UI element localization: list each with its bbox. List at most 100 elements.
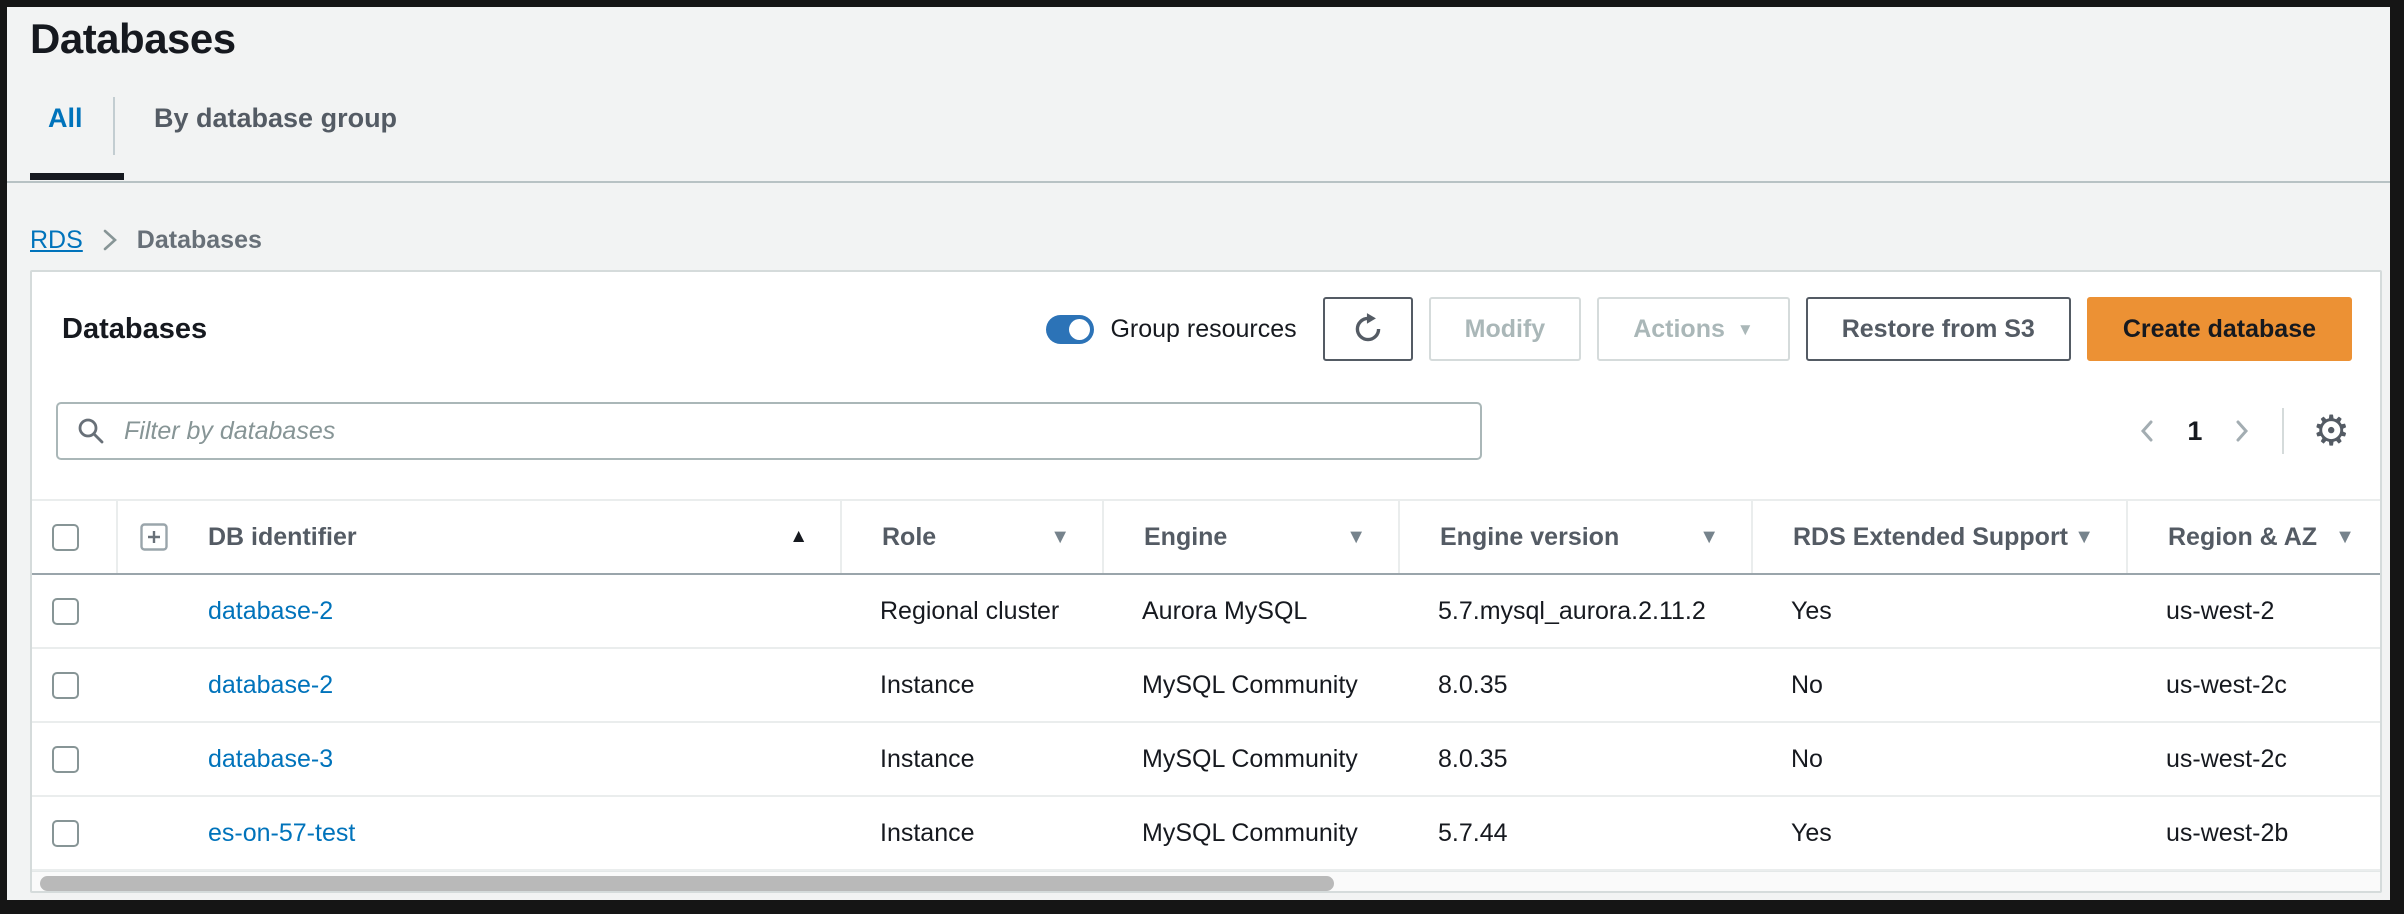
sort-ascending-icon: ▲ [789, 526, 808, 548]
scrollbar-thumb[interactable] [40, 876, 1334, 891]
region-az-cell: us-west-2 [2126, 575, 2380, 647]
search-box [56, 402, 1482, 460]
refresh-button[interactable] [1323, 297, 1413, 361]
chevron-left-icon [2135, 415, 2159, 447]
actions-button[interactable]: Actions ▼ [1597, 297, 1790, 361]
table-row: database-3 Instance MySQL Community 8.0.… [32, 723, 2380, 797]
column-header-role[interactable]: Role ▼ [840, 501, 1102, 573]
region-az-cell: us-west-2c [2126, 723, 2380, 795]
chevron-right-icon [2230, 415, 2254, 447]
select-cell [32, 723, 116, 795]
panel-heading: Databases [62, 313, 207, 346]
row-checkbox[interactable] [52, 746, 79, 773]
breadcrumb-rds-link[interactable]: RDS [30, 226, 83, 255]
next-page-button[interactable] [2230, 415, 2254, 447]
engine-cell: Aurora MySQL [1102, 575, 1398, 647]
engine-cell: MySQL Community [1102, 649, 1398, 721]
column-header-region-az[interactable]: Region & AZ ▼ [2126, 501, 2380, 573]
toolbar: Group resources Modify Actions ▼ Restore… [1046, 297, 2352, 361]
modify-button[interactable]: Modify [1429, 297, 1582, 361]
extended-support-cell: Yes [1751, 797, 2126, 869]
table-header-row: DB identifier ▲ Role ▼ Engine ▼ Engine v… [32, 499, 2380, 575]
toggle-knob [1069, 319, 1090, 340]
db-identifier-link[interactable]: database-2 [208, 597, 333, 626]
engine-version-cell: 5.7.mysql_aurora.2.11.2 [1398, 575, 1751, 647]
horizontal-scrollbar[interactable] [32, 871, 2380, 891]
breadcrumb: RDS Databases [30, 225, 262, 255]
db-identifier-cell: database-2 [178, 575, 840, 647]
expand-all-cell [116, 501, 178, 573]
extended-support-cell: No [1751, 649, 2126, 721]
column-header-rds-extended-support[interactable]: RDS Extended Support ▼ [1751, 501, 2126, 573]
group-resources-toggle-group: Group resources [1046, 315, 1296, 344]
active-tab-indicator [30, 173, 124, 180]
group-resources-toggle[interactable] [1046, 315, 1094, 344]
breadcrumb-chevron-icon [99, 225, 121, 255]
select-all-checkbox[interactable] [52, 524, 79, 551]
tab-bar: All By database group [7, 95, 2390, 187]
gear-icon[interactable]: ⚙ [2312, 410, 2350, 452]
select-cell [32, 797, 116, 869]
db-identifier-cell: database-2 [178, 649, 840, 721]
region-az-cell: us-west-2b [2126, 797, 2380, 869]
filter-icon: ▼ [2074, 526, 2094, 549]
breadcrumb-current: Databases [137, 226, 262, 255]
expand-cell [116, 797, 178, 869]
refresh-icon [1350, 311, 1386, 347]
tab-all[interactable]: All [48, 103, 83, 134]
panel-header: Databases Group resources Modify Actions… [62, 294, 2352, 364]
db-identifier-link[interactable]: database-2 [208, 671, 333, 700]
extended-support-cell: No [1751, 723, 2126, 795]
tabs-rule [7, 181, 2390, 183]
current-page-number[interactable]: 1 [2187, 416, 2202, 447]
row-checkbox[interactable] [52, 598, 79, 625]
create-database-button[interactable]: Create database [2087, 297, 2352, 361]
extended-support-cell: Yes [1751, 575, 2126, 647]
restore-from-s3-button[interactable]: Restore from S3 [1806, 297, 2071, 361]
select-cell [32, 575, 116, 647]
databases-panel: Databases Group resources Modify Actions… [30, 270, 2382, 893]
pagination: 1 ⚙ [2135, 408, 2356, 454]
filter-icon: ▼ [1699, 526, 1719, 549]
select-all-cell [32, 501, 116, 573]
expand-cell [116, 649, 178, 721]
rds-console-window: Databases All By database group RDS Data… [7, 7, 2390, 900]
caret-down-icon: ▼ [1737, 321, 1754, 338]
db-identifier-link[interactable]: es-on-57-test [208, 819, 355, 848]
expand-all-icon[interactable] [140, 523, 168, 551]
previous-page-button[interactable] [2135, 415, 2159, 447]
column-header-engine-version[interactable]: Engine version ▼ [1398, 501, 1751, 573]
engine-version-cell: 8.0.35 [1398, 649, 1751, 721]
engine-version-cell: 5.7.44 [1398, 797, 1751, 869]
db-identifier-cell: es-on-57-test [178, 797, 840, 869]
column-header-db-identifier[interactable]: DB identifier ▲ [178, 501, 840, 573]
engine-version-cell: 8.0.35 [1398, 723, 1751, 795]
filter-icon: ▼ [1346, 526, 1366, 549]
db-identifier-link[interactable]: database-3 [208, 745, 333, 774]
row-checkbox[interactable] [52, 672, 79, 699]
select-cell [32, 649, 116, 721]
tab-by-database-group[interactable]: By database group [154, 103, 397, 134]
role-cell: Instance [840, 649, 1102, 721]
expand-cell [116, 575, 178, 647]
db-identifier-cell: database-3 [178, 723, 840, 795]
role-cell: Instance [840, 723, 1102, 795]
engine-cell: MySQL Community [1102, 723, 1398, 795]
pagination-divider [2282, 408, 2284, 454]
filter-input[interactable] [56, 402, 1482, 460]
role-cell: Instance [840, 797, 1102, 869]
tab-divider [113, 97, 115, 155]
filter-row: 1 ⚙ [56, 402, 2356, 460]
table-row: database-2 Regional cluster Aurora MySQL… [32, 575, 2380, 649]
page-title: Databases [30, 15, 236, 63]
column-header-engine[interactable]: Engine ▼ [1102, 501, 1398, 573]
region-az-cell: us-west-2c [2126, 649, 2380, 721]
actions-label: Actions [1633, 315, 1725, 344]
engine-cell: MySQL Community [1102, 797, 1398, 869]
row-checkbox[interactable] [52, 820, 79, 847]
filter-icon: ▼ [2335, 526, 2355, 549]
search-icon [76, 416, 106, 446]
expand-cell [116, 723, 178, 795]
table-row: database-2 Instance MySQL Community 8.0.… [32, 649, 2380, 723]
role-cell: Regional cluster [840, 575, 1102, 647]
